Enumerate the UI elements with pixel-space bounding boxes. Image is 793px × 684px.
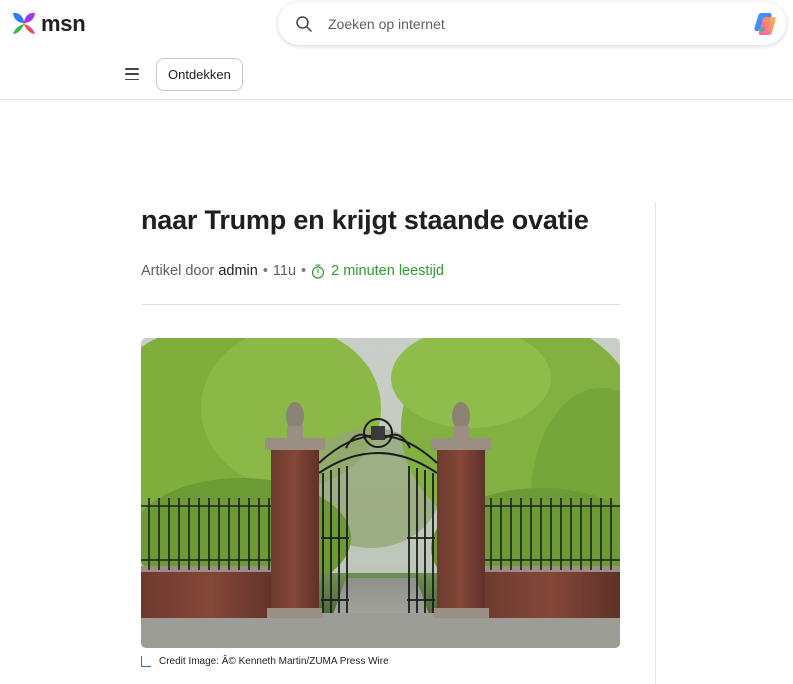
caption-corner-mark: [141, 656, 151, 667]
sub-navigation: Ontdekken: [0, 50, 793, 100]
timer-icon: [312, 264, 325, 279]
article-byline: Artikel door admin • 11u • 2 minuten lee…: [141, 259, 621, 283]
image-caption: Credit Image: Â© Kenneth Martin/ZUMA Pre…: [141, 656, 389, 667]
logo-text: msn: [41, 11, 86, 36]
image-credit: Credit Image: Â© Kenneth Martin/ZUMA Pre…: [159, 656, 389, 667]
msn-logo[interactable]: msn: [10, 10, 86, 38]
byline-prefix: Artikel door: [141, 263, 215, 279]
search-icon: [294, 14, 314, 34]
butterfly-logo-icon: [13, 12, 35, 34]
read-time-text: 2 minuten leestijd: [331, 263, 444, 279]
discover-button[interactable]: Ontdekken: [156, 58, 243, 91]
top-bar: msn: [0, 0, 793, 50]
hamburger-menu-icon[interactable]: [123, 66, 141, 82]
article-title: naar Trump en krijgt staande ovatie: [141, 205, 589, 235]
search-box[interactable]: [278, 2, 786, 45]
sidebar-divider: [655, 202, 656, 684]
article-hero-image[interactable]: [141, 338, 620, 648]
article: naar Trump en krijgt staande ovatie Arti…: [141, 195, 621, 667]
byline-rule: [141, 304, 620, 305]
byline-separator: •: [301, 263, 307, 279]
gate-photo: [141, 338, 620, 648]
search-input[interactable]: [328, 15, 718, 32]
read-time: 2 minuten leestijd: [311, 263, 444, 279]
byline-separator: •: [262, 263, 268, 279]
author-link[interactable]: admin: [218, 263, 258, 279]
article-age: 11u: [272, 263, 297, 279]
copilot-icon[interactable]: [752, 11, 778, 37]
